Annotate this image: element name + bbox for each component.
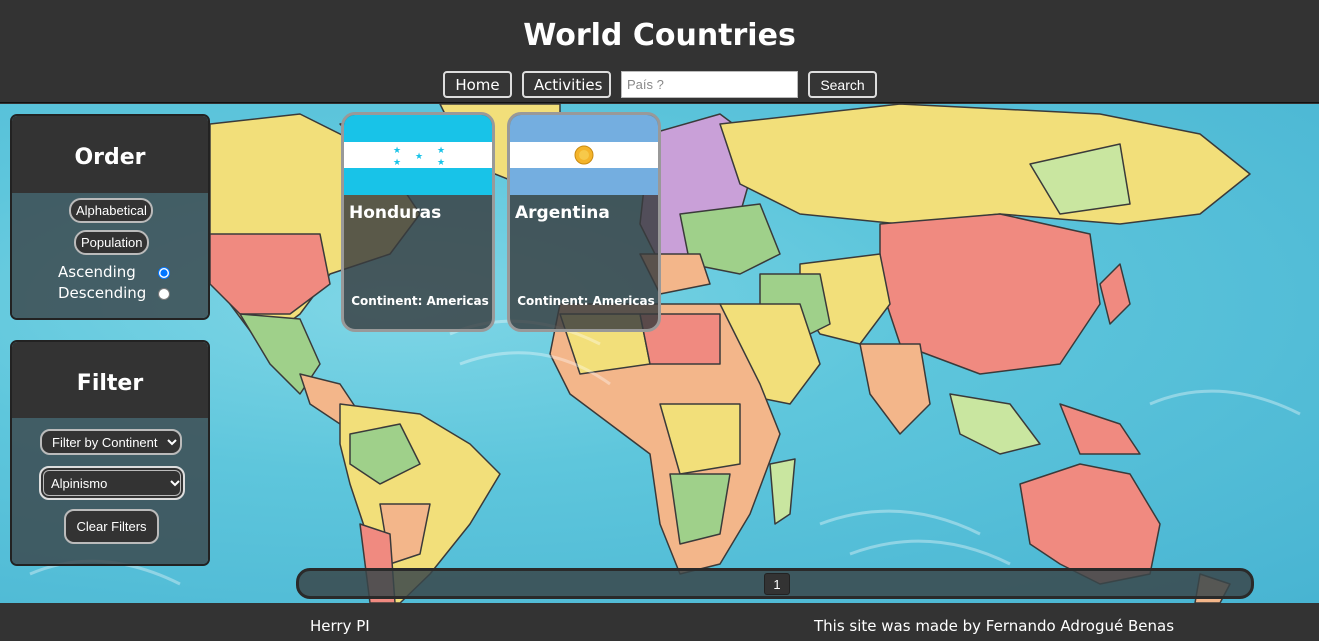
- clear-filters-button[interactable]: Clear Filters: [64, 509, 159, 544]
- descending-radio[interactable]: [158, 288, 170, 300]
- footer-project-name: Herry PI: [310, 617, 370, 635]
- footer: Herry PI This site was made by Fernando …: [0, 603, 1319, 641]
- country-continent: Continent: Americas: [344, 294, 492, 308]
- honduras-flag-image: ★ ★ ★ ★ ★: [344, 115, 492, 195]
- continent-value: Americas: [426, 294, 489, 308]
- search-button[interactable]: Search: [808, 71, 877, 98]
- population-button[interactable]: Population: [74, 230, 149, 255]
- footer-credits: This site was made by Fernando Adrogué B…: [814, 617, 1175, 635]
- svg-text:★: ★: [437, 146, 445, 156]
- nav-bar: Home Activities Search: [0, 71, 1319, 99]
- page-button-1[interactable]: 1: [764, 573, 790, 595]
- page-title: World Countries: [523, 18, 796, 53]
- header: World Countries Home Activities Search: [0, 0, 1319, 103]
- continent-label: Continent:: [517, 294, 589, 308]
- filter-panel: Filter Filter by Continent Alpinismo Cle…: [10, 340, 210, 566]
- country-card-honduras[interactable]: ★ ★ ★ ★ ★ Honduras Continent: Americas: [341, 112, 495, 332]
- continent-value: Americas: [592, 294, 655, 308]
- activity-select[interactable]: Alpinismo: [39, 466, 185, 500]
- continent-label: Continent:: [351, 294, 423, 308]
- country-continent: Continent: Americas: [510, 294, 658, 308]
- order-panel-body: Alphabetical Population Ascending Descen…: [12, 193, 208, 318]
- filter-title: Filter: [12, 342, 208, 418]
- honduras-flag: ★ ★ ★ ★ ★: [344, 115, 492, 195]
- order-title: Order: [12, 116, 208, 193]
- search-input[interactable]: [621, 71, 798, 98]
- argentina-flag-image: [510, 115, 658, 195]
- order-panel: Order Alphabetical Population Ascending …: [10, 114, 210, 320]
- country-card-argentina[interactable]: Argentina Continent: Americas: [507, 112, 661, 332]
- svg-text:★: ★: [393, 158, 401, 168]
- ascending-label: Ascending: [58, 263, 136, 281]
- filter-panel-body: Filter by Continent Alpinismo Clear Filt…: [12, 418, 208, 564]
- svg-text:★: ★: [393, 146, 401, 156]
- descending-option[interactable]: Descending: [58, 284, 178, 304]
- country-name: Honduras: [349, 203, 442, 223]
- ascending-radio[interactable]: [158, 267, 170, 279]
- activities-button[interactable]: Activities: [522, 71, 611, 98]
- pagination-bar: 1: [296, 568, 1254, 599]
- svg-text:★: ★: [415, 152, 423, 162]
- argentina-flag: [510, 115, 658, 195]
- alphabetical-button[interactable]: Alphabetical: [69, 198, 153, 223]
- country-name: Argentina: [515, 203, 610, 223]
- continent-select[interactable]: Filter by Continent: [40, 429, 182, 455]
- home-button[interactable]: Home: [443, 71, 512, 98]
- descending-label: Descending: [58, 284, 147, 302]
- ascending-option[interactable]: Ascending: [58, 263, 178, 283]
- svg-text:★: ★: [437, 158, 445, 168]
